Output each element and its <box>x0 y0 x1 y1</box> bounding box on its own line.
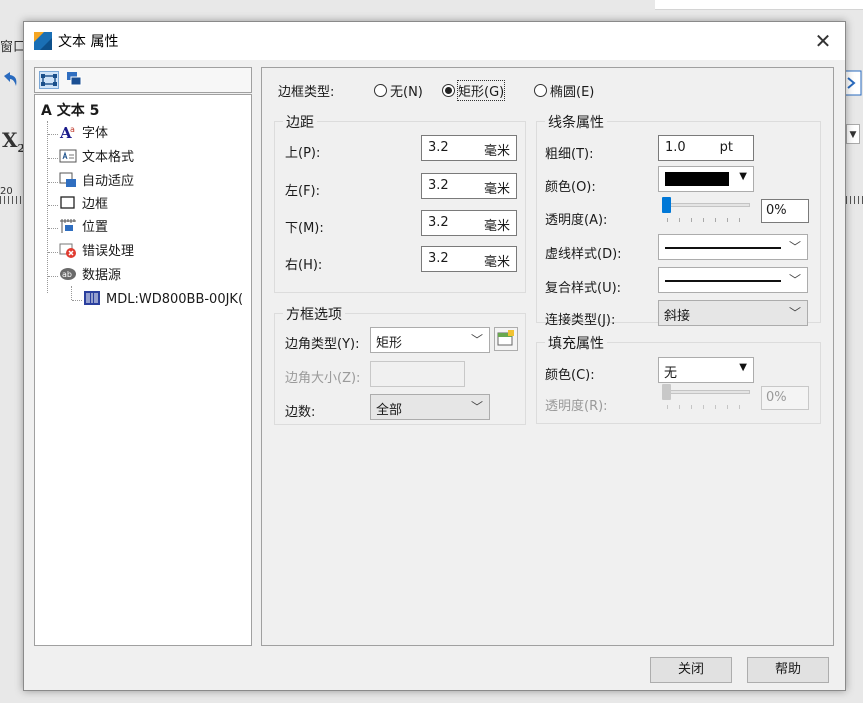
margin-left-label: 左(F): <box>285 184 321 199</box>
background-ruler-ticks <box>0 196 22 204</box>
layers-tab-icon[interactable] <box>65 71 85 89</box>
join-type-select[interactable]: 斜接 ﹀ <box>658 300 808 326</box>
corner-picker-icon <box>497 330 514 346</box>
margin-top-input[interactable]: 3.2 毫米 <box>421 135 517 161</box>
chevron-down-icon: ﹀ <box>788 306 801 320</box>
box-options-title: 方框选项 <box>283 304 345 324</box>
line-properties-title: 线条属性 <box>545 112 607 132</box>
text-properties-dialog: 文本 属性 ✕ A 文本 5 Aa 字体 文本格式 自动适应 边框 位置 错误处… <box>23 21 846 691</box>
close-icon[interactable]: ✕ <box>809 28 837 54</box>
chevron-down-icon: ﹀ <box>788 240 801 254</box>
edges-label: 边数: <box>285 405 316 420</box>
dropdown-triangle-icon: ▼ <box>739 362 747 373</box>
title-bar[interactable]: 文本 属性 ✕ <box>24 22 845 60</box>
tree-item-position[interactable]: 位置 <box>59 218 108 238</box>
solid-line-preview <box>665 247 781 249</box>
tree-item-border[interactable]: 边框 <box>59 195 108 215</box>
datasource-icon: ab <box>59 266 77 282</box>
properties-tree: A 文本 5 Aa字体 文本格式 自动适应 边框 位置 错误处理 ab数据源 <box>34 94 252 646</box>
properties-tab-icon[interactable] <box>39 71 59 89</box>
margin-left-input[interactable]: 3.2 毫米 <box>421 173 517 199</box>
edges-select[interactable]: 全部 ﹀ <box>370 394 490 420</box>
help-button[interactable]: 帮助 <box>747 657 829 683</box>
frame-type-none-radio[interactable]: 无(N) <box>374 81 423 100</box>
margin-bottom-label: 下(M): <box>285 221 324 236</box>
tree-item-error-handling[interactable]: 错误处理 <box>59 242 134 262</box>
border-icon <box>59 195 77 211</box>
line-color-label: 颜色(O): <box>545 180 596 195</box>
barcode-database-icon <box>83 290 101 306</box>
line-color-select[interactable]: ▼ <box>658 166 754 192</box>
line-transparency-label: 透明度(A): <box>545 213 608 228</box>
fill-transparency-track[interactable] <box>662 390 750 394</box>
fill-properties-group: 填充属性 颜色(C): 无 ▼ 透明度(R): 0% <box>536 333 821 424</box>
join-type-label: 连接类型(J): <box>545 313 616 328</box>
fill-transparency-slider[interactable] <box>662 384 671 400</box>
frame-type-label: 边框类型: <box>278 85 335 100</box>
margins-group: 边距 上(P): 3.2 毫米 左(F): 3.2 毫米 下(M): 3.2 毫米 右… <box>274 112 526 293</box>
thickness-input[interactable]: 1.0 pt <box>658 135 754 161</box>
tree-item-text-format[interactable]: 文本格式 <box>59 148 134 168</box>
dash-style-select[interactable]: ﹀ <box>658 234 808 260</box>
line-transparency-track[interactable] <box>662 203 750 207</box>
line-color-swatch <box>665 172 729 186</box>
margin-right-input[interactable]: 3.2 毫米 <box>421 246 517 272</box>
corner-type-select[interactable]: 矩形 ﹀ <box>370 327 490 353</box>
corner-size-input[interactable] <box>370 361 465 387</box>
background-dropdown-icon: ▼ <box>846 124 860 144</box>
margin-top-label: 上(P): <box>285 146 321 161</box>
position-icon <box>59 218 77 234</box>
compound-style-select[interactable]: ﹀ <box>658 267 808 293</box>
corner-picker-button[interactable] <box>494 327 518 351</box>
auto-fit-icon <box>59 172 77 188</box>
font-icon: Aa <box>59 124 77 142</box>
dropdown-triangle-icon: ▼ <box>739 171 747 182</box>
fill-color-label: 颜色(C): <box>545 368 595 383</box>
tree-guide <box>47 121 48 293</box>
box-options-group: 方框选项 边角类型(Y): 矩形 ﹀ 边角大小(Z): 边数: 全部 ﹀ <box>274 304 526 425</box>
frame-type-ellipse-radio[interactable]: 椭圆(E) <box>534 81 594 100</box>
line-transparency-ticks <box>667 218 749 222</box>
fill-properties-title: 填充属性 <box>545 333 607 353</box>
thickness-label: 粗细(T): <box>545 147 594 162</box>
corner-size-label: 边角大小(Z): <box>285 371 361 386</box>
tree-item-font[interactable]: Aa 字体 <box>59 124 108 144</box>
chevron-down-icon: ﹀ <box>788 273 801 287</box>
background-ruler-ticks-right <box>846 196 863 204</box>
error-handling-icon <box>59 242 77 258</box>
line-transparency-slider[interactable] <box>662 197 671 213</box>
margin-right-label: 右(H): <box>285 258 323 273</box>
margins-title: 边距 <box>283 112 317 132</box>
background-undo-icon <box>0 70 20 92</box>
chevron-down-icon: ﹀ <box>470 333 483 347</box>
chevron-down-icon: ﹀ <box>470 400 483 414</box>
border-settings-panel: 边框类型: 无(N) 矩形(G) 椭圆(E) 边距 上(P): 3.2 毫米 左(… <box>261 67 834 646</box>
margin-bottom-input[interactable]: 3.2 毫米 <box>421 210 517 236</box>
line-properties-group: 线条属性 粗细(T): 1.0 pt 颜色(O): ▼ 透明度(A): 0% 虚线… <box>536 112 821 328</box>
compound-style-label: 复合样式(U): <box>545 281 622 296</box>
tree-item-auto-fit[interactable]: 自动适应 <box>59 172 134 192</box>
fill-transparency-label: 透明度(R): <box>545 399 608 414</box>
dash-style-label: 虚线样式(D): <box>545 247 622 262</box>
dialog-title: 文本 属性 <box>58 34 119 50</box>
tree-view-tabs <box>34 67 252 93</box>
tree-item-datasource[interactable]: ab 数据源 <box>59 266 121 286</box>
fill-transparency-ticks <box>667 405 749 409</box>
fill-color-select[interactable]: 无 ▼ <box>658 357 754 383</box>
corner-type-label: 边角类型(Y): <box>285 337 360 352</box>
background-font-fragment: X2 <box>2 128 26 155</box>
close-button[interactable]: 关闭 <box>650 657 732 683</box>
svg-text:a: a <box>70 125 75 134</box>
fill-transparency-input[interactable]: 0% <box>761 386 809 410</box>
frame-type-rectangle-radio[interactable]: 矩形(G) <box>442 80 506 101</box>
tree-item-datasource-child[interactable]: MDL:WD800BB-00JK( <box>83 290 243 310</box>
solid-line-preview <box>665 280 781 282</box>
background-window-edge <box>655 0 863 10</box>
app-logo-icon <box>34 32 52 50</box>
line-transparency-input[interactable]: 0% <box>761 199 809 223</box>
svg-text:ab: ab <box>62 270 72 279</box>
text-format-icon <box>59 148 77 164</box>
tree-root-text5[interactable]: A 文本 5 <box>41 101 99 121</box>
